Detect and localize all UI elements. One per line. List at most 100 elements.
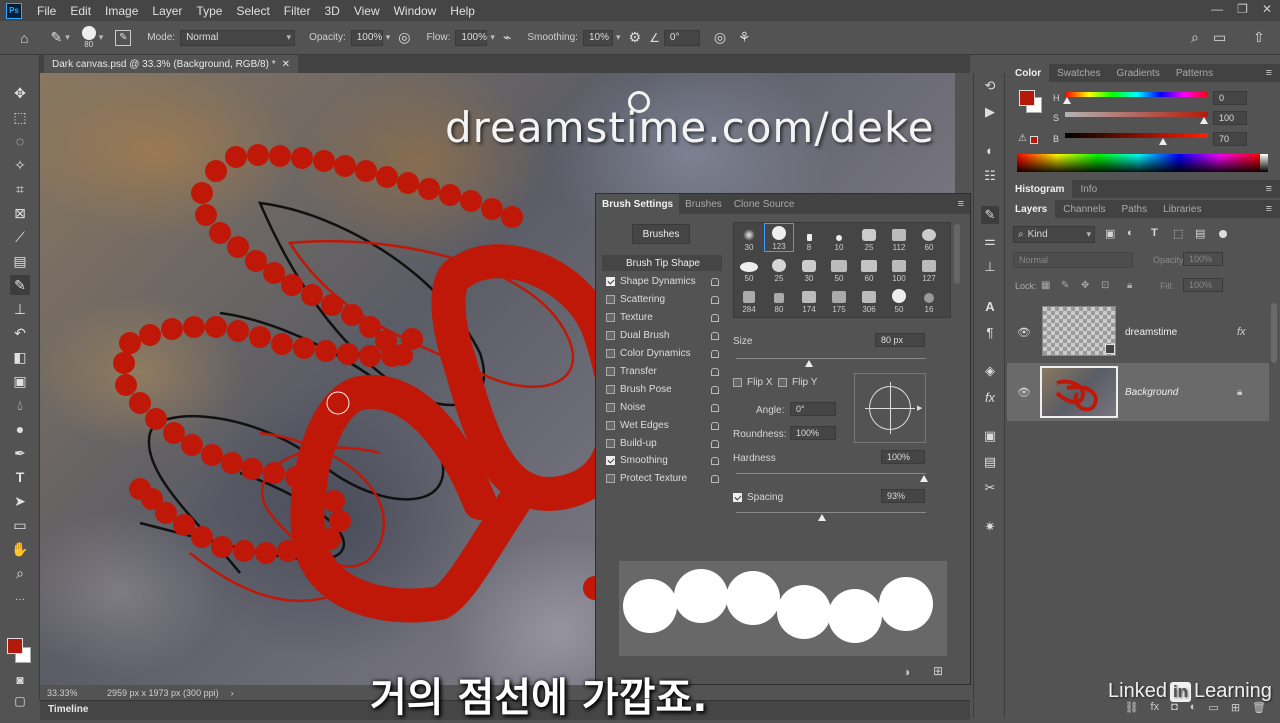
lock-icon[interactable] (711, 331, 719, 340)
checkbox[interactable] (606, 439, 615, 448)
eye-icon[interactable]: 👁︎ (1017, 386, 1031, 399)
layer-row-background[interactable]: 👁︎ Background 🔒︎ (1007, 363, 1269, 421)
gradient-tool-icon[interactable]: ▣ (10, 371, 30, 391)
create-new-brush-icon[interactable]: ⊞ (933, 664, 943, 678)
lock-icon[interactable] (711, 313, 719, 322)
brush-tip[interactable]: 50 (734, 254, 764, 283)
crop-tool-icon[interactable]: ⌗ (10, 179, 30, 199)
tab-layers[interactable]: Layers (1007, 200, 1056, 218)
tab-channels[interactable]: Channels (1055, 200, 1113, 218)
hue-slider-thumb[interactable] (1063, 97, 1071, 104)
brush-tip[interactable]: 30 (734, 223, 764, 252)
chevron-down-icon[interactable]: ▾ (386, 32, 391, 43)
brush-tip[interactable]: 60 (914, 223, 944, 252)
option-wet-edges[interactable]: Wet Edges (606, 417, 721, 434)
chevron-down-icon[interactable]: ▾ (490, 32, 495, 43)
brushes-panel-icon[interactable]: ⚌ (981, 232, 999, 250)
tab-brushes[interactable]: Brushes (679, 194, 728, 214)
menu-window[interactable]: Window (387, 4, 444, 18)
color-spectrum-ramp[interactable] (1017, 154, 1260, 172)
option-color-dynamics[interactable]: Color Dynamics (606, 345, 721, 362)
filter-toggle-icon[interactable] (1219, 230, 1227, 238)
menu-edit[interactable]: Edit (63, 4, 98, 18)
timeline-tab[interactable]: Timeline (48, 704, 88, 715)
3d-panel-icon[interactable]: ◈ (981, 362, 999, 380)
blend-mode-select[interactable]: Normal (1013, 252, 1133, 268)
clone-stamp-tool-icon[interactable]: ⊥ (10, 299, 30, 319)
panel-menu-icon[interactable]: ≡ (1266, 183, 1272, 195)
hardness-field[interactable]: 100% (881, 450, 925, 464)
checkbox[interactable] (606, 367, 615, 376)
history-brush-tool-icon[interactable]: ↶ (10, 323, 30, 343)
filter-kind-select[interactable]: ⌕ Kind ▾ (1013, 226, 1095, 243)
hue-slider[interactable] (1065, 92, 1208, 97)
type-tool-icon[interactable]: T (10, 467, 30, 487)
brush-tip[interactable]: 50 (824, 254, 854, 283)
chevron-down-icon[interactable]: ▾ (65, 32, 70, 43)
rectangle-tool-icon[interactable]: ▭ (10, 515, 30, 535)
brush-tip[interactable]: 25 (764, 254, 794, 283)
angle-field[interactable]: 0° (663, 29, 700, 46)
screen-mode-icon[interactable]: ▢ (10, 691, 30, 711)
lock-icon[interactable] (711, 474, 719, 483)
pressure-opacity-icon[interactable]: ◎ (398, 29, 410, 46)
tab-gradients[interactable]: Gradients (1108, 64, 1167, 82)
airbrush-icon[interactable]: ⌁ (503, 29, 511, 46)
lock-icon[interactable] (711, 456, 719, 465)
checkbox[interactable] (606, 331, 615, 340)
search-icon[interactable]: ⌕ (1191, 29, 1199, 46)
spacing-option[interactable]: Spacing (733, 492, 783, 503)
close-window-icon[interactable]: ✕ (1262, 2, 1272, 16)
brush-tip[interactable]: 100 (884, 254, 914, 283)
pen-tool-icon[interactable]: ✒ (10, 443, 30, 463)
checkbox[interactable] (606, 474, 615, 483)
checkbox[interactable] (733, 493, 742, 502)
lasso-tool-icon[interactable]: ◌ (10, 131, 30, 151)
lock-icon[interactable] (711, 403, 719, 412)
paragraph-panel-icon[interactable]: ¶ (981, 323, 999, 341)
mode-select[interactable]: Normal ▾ (180, 29, 296, 46)
path-selection-tool-icon[interactable]: ➤ (10, 491, 30, 511)
zoom-level[interactable]: 33.33% (47, 688, 97, 698)
tab-color[interactable]: Color (1007, 64, 1050, 82)
pressure-size-icon[interactable]: ◎ (714, 29, 726, 46)
option-noise[interactable]: Noise (606, 399, 721, 416)
saturation-slider[interactable] (1065, 112, 1208, 117)
roundness-field[interactable]: 100% (790, 426, 836, 440)
lock-all-icon[interactable]: 🔒︎ (1127, 280, 1132, 291)
quick-select-tool-icon[interactable]: ✧ (10, 155, 30, 175)
lock-icon[interactable] (711, 349, 719, 358)
layer-row-dreamstime[interactable]: 👁︎ dreamstime fx (1007, 303, 1269, 361)
styles-panel-icon[interactable]: fx (981, 388, 999, 406)
filter-shape-icon[interactable]: ⬚ (1173, 227, 1183, 240)
brush-tip[interactable]: 50 (884, 285, 914, 314)
menu-image[interactable]: Image (98, 4, 145, 18)
foreground-color-swatch[interactable] (7, 638, 23, 654)
panel-menu-icon[interactable]: ≡ (958, 198, 964, 210)
share-icon[interactable]: ⇧ (1253, 29, 1265, 46)
brush-tip[interactable]: 60 (854, 254, 884, 283)
menu-type[interactable]: Type (189, 4, 229, 18)
lock-icon[interactable] (711, 367, 719, 376)
dodge-tool-icon[interactable]: ● (10, 419, 30, 439)
zoom-tool-icon[interactable]: ⌕ (10, 563, 30, 583)
tab-histogram[interactable]: Histogram (1007, 180, 1073, 198)
flip-y-option[interactable]: Flip Y (778, 377, 817, 388)
checkbox[interactable] (606, 277, 615, 286)
blur-tool-icon[interactable]: 💧︎ (10, 395, 30, 415)
saturation-slider-thumb[interactable] (1200, 117, 1208, 124)
tab-paths[interactable]: Paths (1114, 200, 1156, 218)
option-protect-texture[interactable]: Protect Texture (606, 470, 721, 487)
angle-field[interactable]: 0° (790, 402, 836, 416)
brush-tip[interactable]: 127 (914, 254, 944, 283)
more-tools-icon[interactable]: ··· (10, 589, 30, 609)
tab-libraries[interactable]: Libraries (1155, 200, 1209, 218)
layers-scrollbar[interactable] (1271, 303, 1277, 363)
navigator-icon[interactable]: ✷ (981, 518, 999, 536)
menu-layer[interactable]: Layer (145, 4, 189, 18)
menu-select[interactable]: Select (229, 4, 276, 18)
libraries-icon[interactable]: ▣ (981, 427, 999, 445)
option-smoothing[interactable]: Smoothing (606, 452, 721, 469)
checkbox[interactable] (733, 378, 742, 387)
chevron-down-icon[interactable]: ▾ (616, 32, 621, 43)
